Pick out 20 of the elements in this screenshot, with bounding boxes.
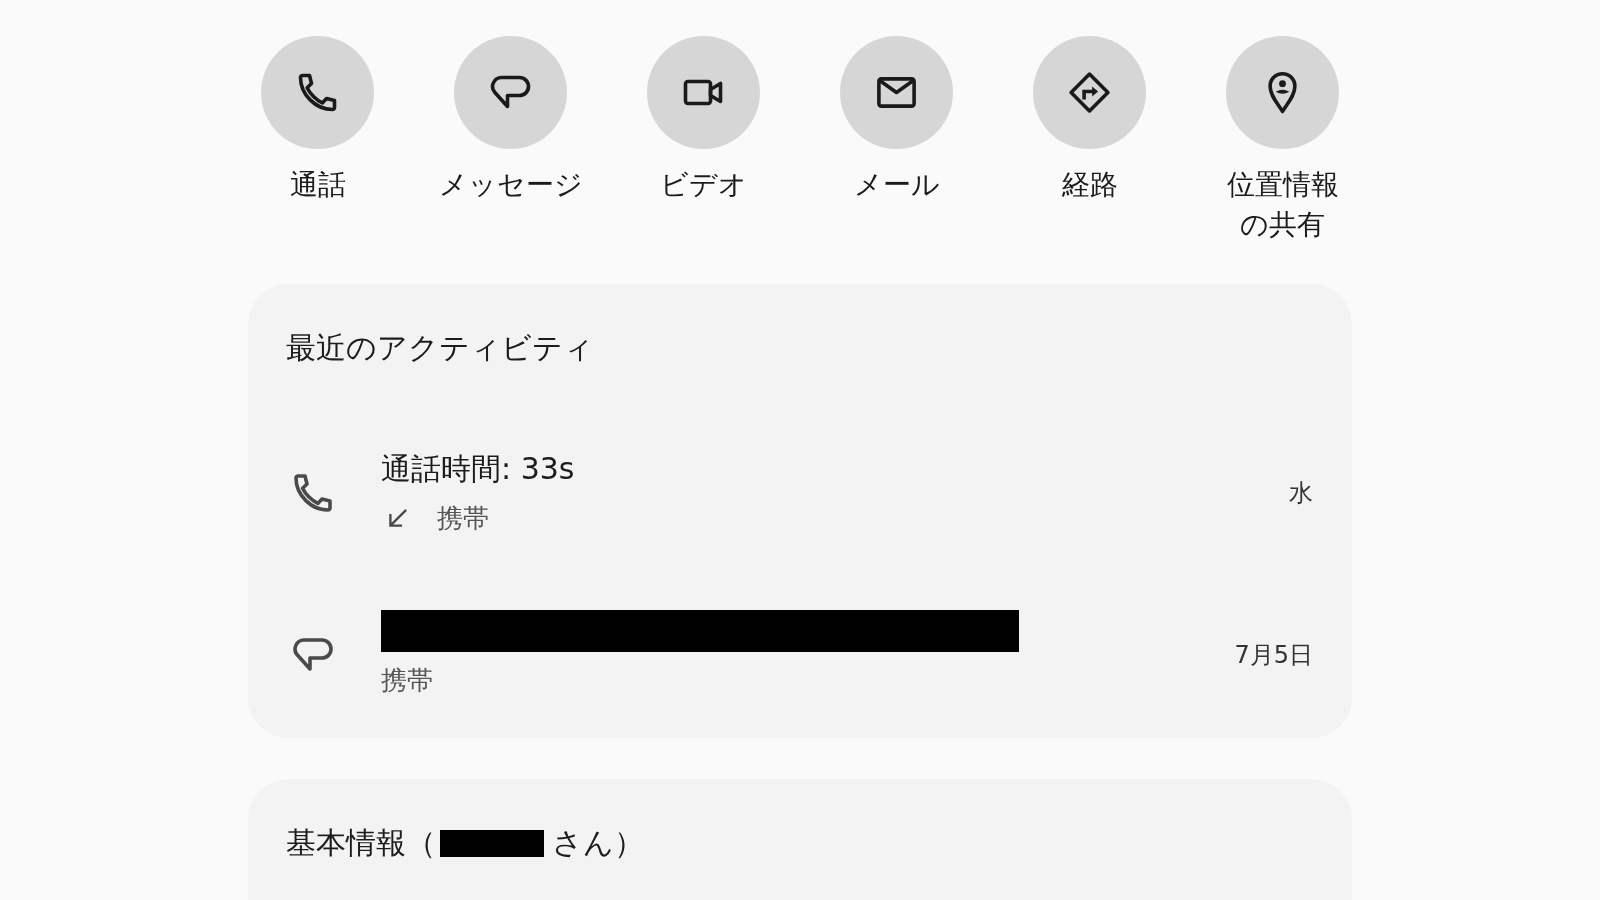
share-location-button[interactable]: 位置情報 の共有 (1186, 36, 1379, 245)
phone-type-label: 携帯 (381, 663, 433, 697)
activity-time: 水 (1289, 478, 1313, 509)
email-button[interactable]: メール (800, 36, 993, 245)
activity-title: 通話時間: 33s (381, 450, 575, 488)
phone-icon (261, 36, 374, 149)
video-camera-icon (647, 36, 760, 149)
name-suffix-text: さん） (552, 824, 644, 862)
phone-type-label: 携帯 (437, 501, 489, 535)
directions-button[interactable]: 経路 (993, 36, 1186, 245)
activity-time: 7月5日 (1234, 640, 1313, 671)
section-title: 基本情報（ (286, 824, 436, 862)
section-title: 最近のアクティビティ (286, 329, 594, 367)
speech-bubble-icon (454, 36, 567, 149)
message-button[interactable]: メッセージ (414, 36, 607, 245)
envelope-icon (840, 36, 953, 149)
call-button[interactable]: 通話 (221, 36, 414, 245)
person-pin-icon (1226, 36, 1339, 149)
directions-icon (1033, 36, 1146, 149)
video-button[interactable]: ビデオ (607, 36, 800, 245)
